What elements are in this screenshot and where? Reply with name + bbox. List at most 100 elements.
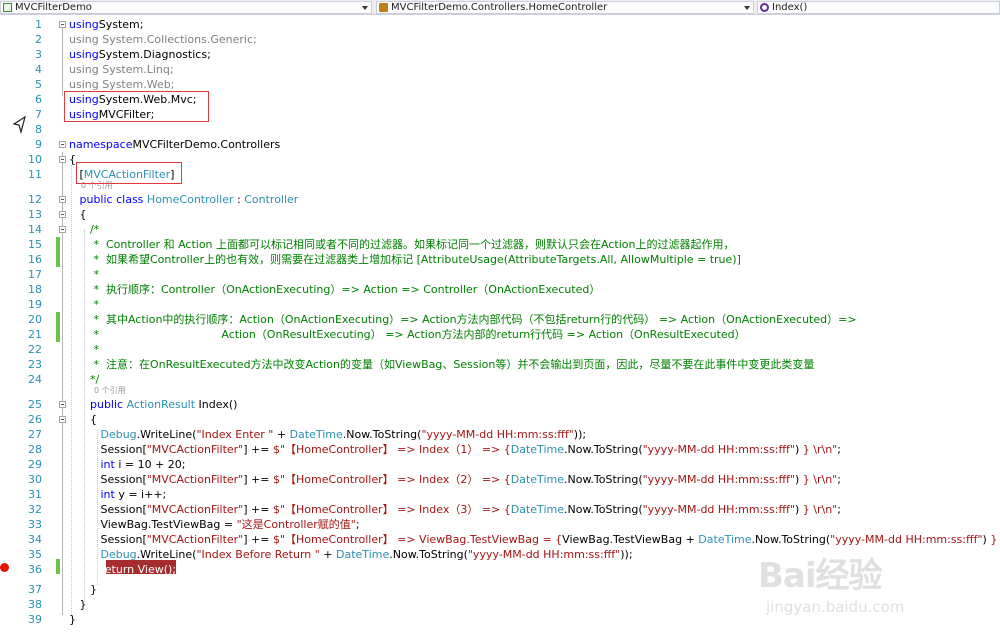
code-line[interactable]: 25 public ActionResult Index() <box>0 397 1000 412</box>
code-editor[interactable]: 0 个引用 0 个引用 1 usingSystem; 2 using System.C… <box>0 15 1000 635</box>
type-dropdown[interactable]: MVCFilterDemo.Controllers.HomeController <box>376 1 754 14</box>
code-text: usingMVCFilter; <box>69 107 154 122</box>
code-line[interactable]: 1 usingSystem; <box>0 17 1000 32</box>
code-line[interactable]: 7 usingMVCFilter; <box>0 107 1000 122</box>
code-line[interactable]: 14 /* <box>0 222 1000 237</box>
line-number: 13 <box>28 208 42 221</box>
type-dropdown-label: MVCFilterDemo.Controllers.HomeController <box>391 2 608 13</box>
code-line[interactable]: 32 Session["MVCActionFilter"] += $"【Home… <box>0 502 1000 517</box>
code-token: HomeController <box>146 193 234 206</box>
code-line[interactable]: 27 Debug.WriteLine("Index Enter " + Date… <box>0 427 1000 442</box>
code-text: * Action（OnResultExecuting） => Action方法内… <box>69 327 745 342</box>
member-dropdown[interactable]: Index() <box>757 1 1000 14</box>
code-text: { <box>69 152 76 167</box>
code-token: * <box>69 343 99 356</box>
code-line[interactable]: 9 namespaceMVCFilterDemo.Controllers <box>0 137 1000 152</box>
code-line[interactable]: 20 * 其中Action中的执行顺序：Action（OnActionExecu… <box>0 312 1000 327</box>
code-token: ) <box>794 473 803 486</box>
code-line[interactable]: 2 using System.Collections.Generic; <box>0 32 1000 47</box>
code-token: ) <box>794 503 803 516</box>
code-token: $"【HomeController】 => Index（2） => { <box>272 473 511 486</box>
code-line[interactable]: 17 * <box>0 267 1000 282</box>
code-line[interactable]: 23 * 注意：在OnResultExecuted方法中改变Action的变量（… <box>0 357 1000 372</box>
code-line[interactable]: 11 [MVCActionFilter] <box>0 167 1000 182</box>
code-line[interactable]: 8 <box>0 122 1000 137</box>
code-text: * 执行顺序：Controller（OnActionExecuting）=> A… <box>69 282 600 297</box>
code-token: int <box>100 458 115 471</box>
code-token: public <box>79 193 113 206</box>
code-token: $"【HomeController】 => Index（1） => { <box>272 443 511 456</box>
code-text: * 如果希望Controller上的也有效，则需要在过滤器类上增加标记 [Att… <box>69 252 740 267</box>
line-number: 18 <box>28 283 42 296</box>
code-line[interactable]: 29 int i = 10 + 20; <box>0 457 1000 472</box>
code-token: System.Web.Mvc; <box>98 93 197 106</box>
line-number: 25 <box>28 398 42 411</box>
code-line[interactable]: 18 * 执行顺序：Controller（OnActionExecuting）=… <box>0 282 1000 297</box>
code-token: .Now.ToString( <box>389 548 468 561</box>
line-number: 27 <box>28 428 42 441</box>
line-number: 3 <box>35 48 42 61</box>
code-line[interactable]: 34 Session["MVCActionFilter"] += $"【Home… <box>0 532 1000 547</box>
line-number: 30 <box>28 473 42 486</box>
class-icon <box>379 3 388 12</box>
code-token: "yyyy-MM-dd HH:mm:ss:fff" <box>421 428 574 441</box>
code-line[interactable]: 21 * Action（OnResultExecuting） => Action… <box>0 327 1000 342</box>
code-line[interactable]: 22 * <box>0 342 1000 357</box>
project-dropdown[interactable]: MVCFilterDemo <box>0 1 372 14</box>
code-line[interactable]: 30 Session["MVCActionFilter"] += $"【Home… <box>0 472 1000 487</box>
watermark-url: jingyan.baidu.com <box>766 598 905 616</box>
code-line[interactable]: 6 usingSystem.Web.Mvc; <box>0 92 1000 107</box>
code-text: */ <box>69 372 99 387</box>
code-line[interactable]: 28 Session["MVCActionFilter"] += $"【Home… <box>0 442 1000 457</box>
code-token: ] += <box>243 503 273 516</box>
code-line[interactable]: 10 { <box>0 152 1000 167</box>
collapse-icon[interactable] <box>59 156 66 163</box>
code-line[interactable]: 13 { <box>0 207 1000 222</box>
code-line[interactable]: 3 usingSystem.Diagnostics; <box>0 47 1000 62</box>
code-text: public class HomeController : Controller <box>69 192 299 207</box>
collapse-icon[interactable] <box>59 141 66 148</box>
line-number: 2 <box>35 33 42 46</box>
code-token: System.Diagnostics; <box>98 48 211 61</box>
collapse-icon[interactable] <box>59 211 66 218</box>
code-text: Session["MVCActionFilter"] += $"【HomeCon… <box>69 472 841 487</box>
line-number: 7 <box>35 108 42 121</box>
code-token: Debug <box>100 548 137 561</box>
code-line[interactable]: 5 using System.Web; <box>0 77 1000 92</box>
code-line[interactable]: 26 { <box>0 412 1000 427</box>
code-line[interactable]: 4 using System.Linq; <box>0 62 1000 77</box>
line-number: 38 <box>28 598 42 611</box>
code-token: * 执行顺序：Controller（OnActionExecuting）=> A… <box>69 283 601 296</box>
code-line[interactable]: 33 ViewBag.TestViewBag = "这是Controller赋的… <box>0 517 1000 532</box>
code-line[interactable]: 15 * Controller 和 Action 上面都可以标记相同或者不同的过… <box>0 237 1000 252</box>
code-token: ; <box>355 518 360 531</box>
code-token: int <box>100 488 115 501</box>
code-line[interactable]: 31 int y = i++; <box>0 487 1000 502</box>
code-token: "MVCActionFilter" <box>146 443 244 456</box>
code-token: "MVCActionFilter" <box>146 503 244 516</box>
code-token: Session[ <box>69 503 147 516</box>
code-token: ] += <box>243 473 273 486</box>
code-line[interactable]: 24 */ <box>0 372 1000 387</box>
code-text: Session["MVCActionFilter"] += $"【HomeCon… <box>69 532 1000 547</box>
codelens-references[interactable]: 0 个引用 <box>94 386 126 396</box>
collapse-icon[interactable] <box>59 226 66 233</box>
collapse-icon[interactable] <box>59 196 66 203</box>
code-token: .WriteLine( <box>136 428 197 441</box>
collapse-icon[interactable] <box>59 401 66 408</box>
code-line[interactable]: 19 * <box>0 297 1000 312</box>
collapse-icon[interactable] <box>59 416 66 423</box>
code-text: Session["MVCActionFilter"] += $"【HomeCon… <box>69 502 841 517</box>
code-text: return View(); <box>69 562 176 577</box>
code-line[interactable]: 12 public class HomeController : Control… <box>0 192 1000 207</box>
code-token: ; <box>837 503 841 516</box>
collapse-icon[interactable] <box>59 21 66 28</box>
line-number: 11 <box>28 168 42 181</box>
code-token: .Now.ToString( <box>563 473 643 486</box>
code-text: Debug.WriteLine("Index Before Return " +… <box>69 547 632 562</box>
code-line[interactable]: 16 * 如果希望Controller上的也有效，则需要在过滤器类上增加标记 [… <box>0 252 1000 267</box>
code-token: $"【HomeController】 => Index（3） => { <box>272 503 511 516</box>
code-token: ; <box>837 473 841 486</box>
